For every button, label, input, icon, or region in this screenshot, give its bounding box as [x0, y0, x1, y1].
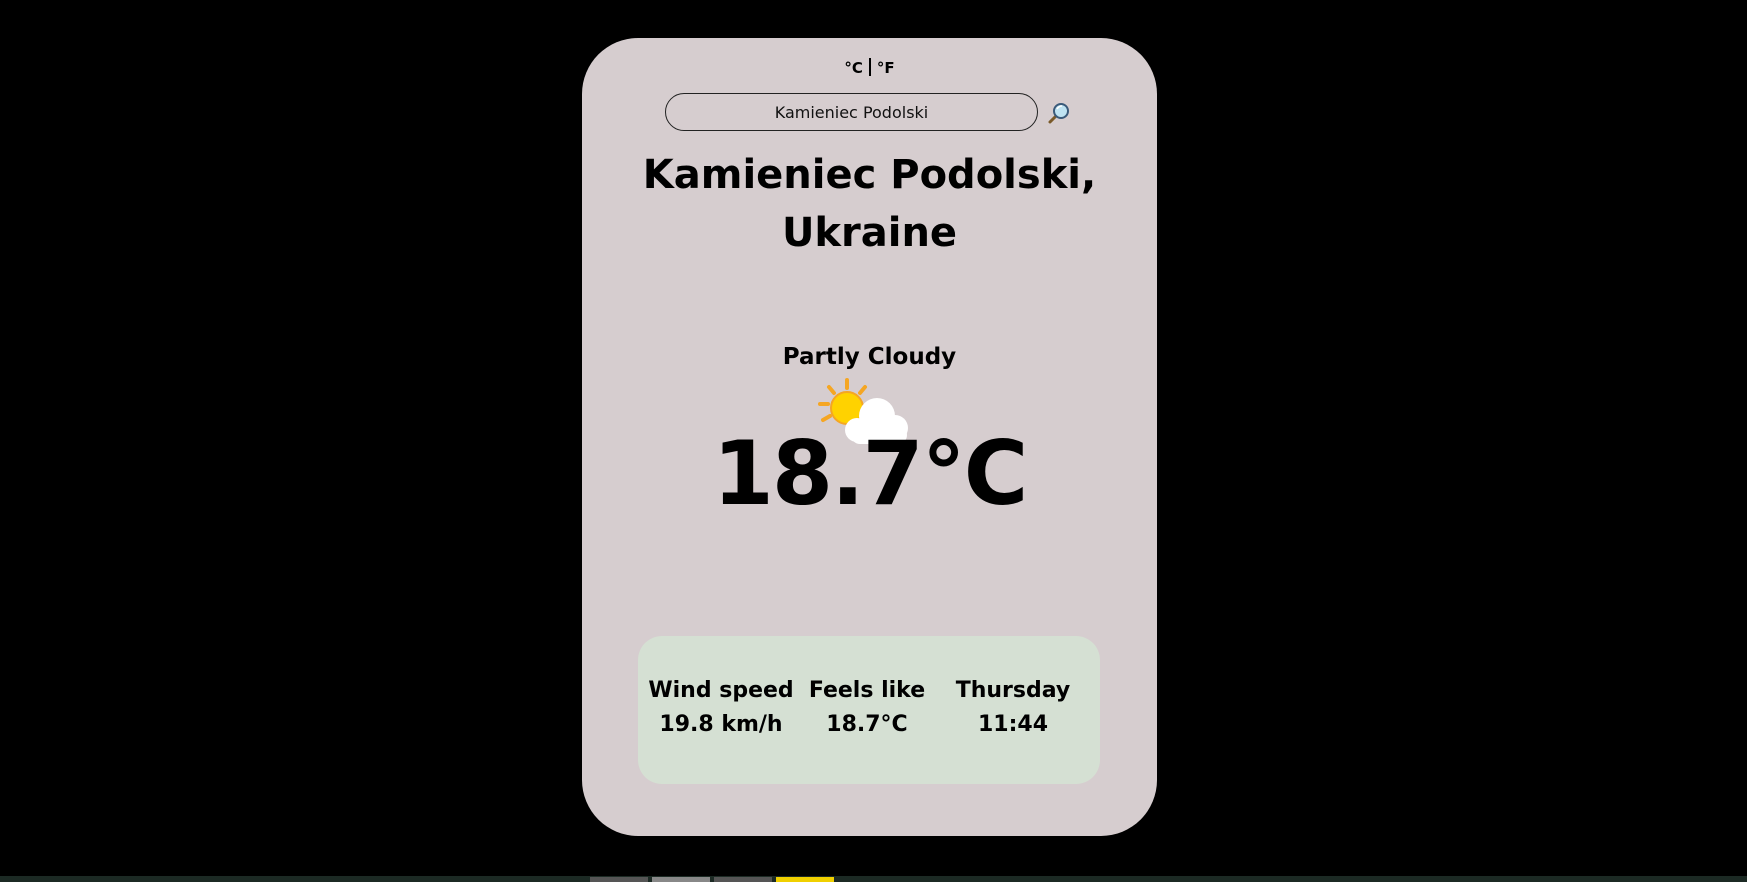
condition-text: Partly Cloudy [782, 344, 957, 370]
taskbar [0, 876, 1747, 882]
wind-speed-label: Wind speed [648, 678, 794, 703]
day-label: Thursday [955, 678, 1071, 703]
city-name: Kamieniec Podolski, [642, 152, 1097, 198]
wind-speed-value: 19.8 km/h [659, 712, 783, 737]
local-time: Thursday 11:44 [938, 674, 1088, 742]
country-name: Ukraine [781, 210, 958, 256]
celsius-button[interactable]: °C [840, 59, 867, 77]
time-value: 11:44 [977, 712, 1049, 737]
feels-like-label: Feels like [808, 678, 926, 703]
magnifier-icon[interactable] [1047, 101, 1071, 125]
taskbar-item[interactable] [590, 877, 648, 882]
search-bar [665, 93, 1075, 133]
weather-card: °C °F Kamieniec Podolski, Ukraine Partly … [582, 38, 1157, 836]
wind-speed: Wind speed 19.8 km/h [646, 674, 796, 742]
search-input[interactable] [665, 93, 1038, 131]
feels-like-value: 18.7°C [826, 712, 908, 737]
temperature-value: 18.7°C [712, 422, 1029, 525]
fahrenheit-button[interactable]: °F [873, 59, 899, 77]
taskbar-item[interactable] [714, 877, 772, 882]
feels-like: Feels like 18.7°C [792, 674, 942, 742]
taskbar-item[interactable] [652, 877, 710, 882]
taskbar-item-active[interactable] [776, 877, 834, 882]
unit-toggle: °C °F [582, 58, 1157, 77]
location-title: Kamieniec Podolski, Ukraine [582, 146, 1157, 262]
details-panel: Wind speed 19.8 km/h Feels like 18.7°C T… [638, 636, 1100, 784]
unit-divider [868, 58, 871, 76]
